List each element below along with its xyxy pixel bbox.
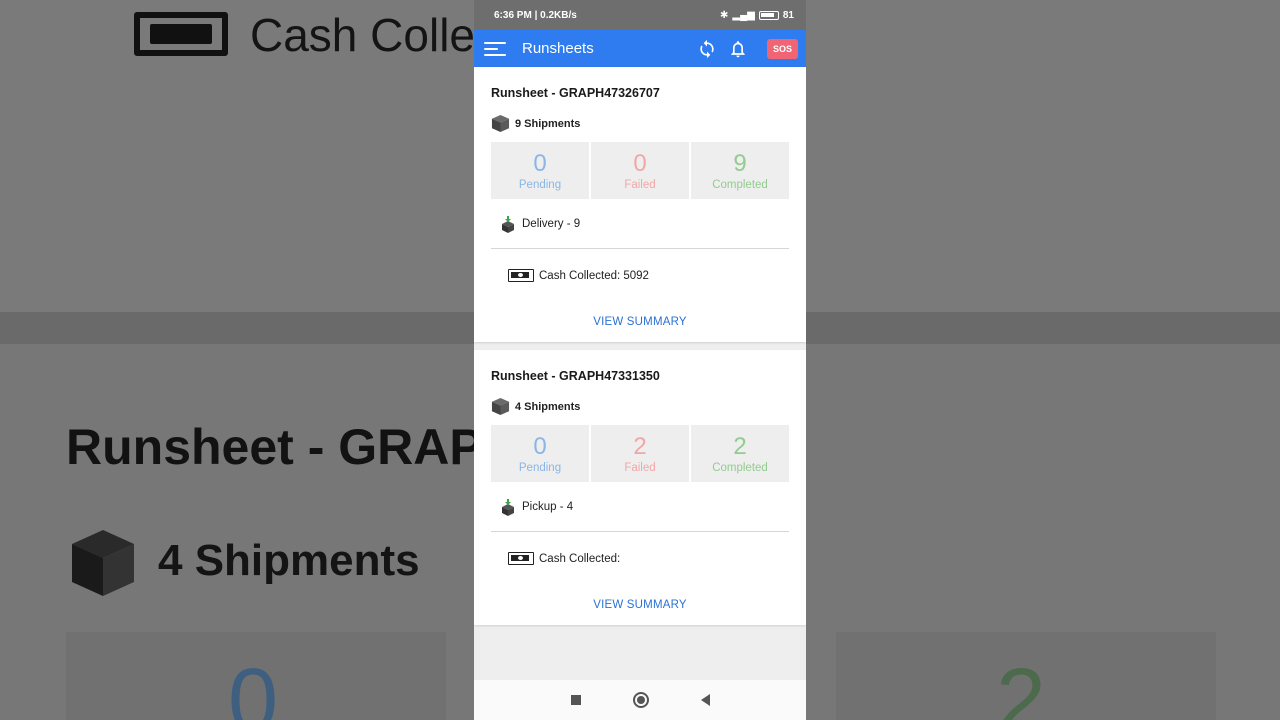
status-icons: ✱ ▂▄▆ 81 [720,10,794,21]
runsheet-card: Runsheet - GRAPH47326707 9 Shipments 0 P… [474,67,806,342]
signal-icon: ▂▄▆ [732,9,755,21]
stats-row: 0 Pending 2 Failed 2 Completed [491,425,789,482]
cash-collected-label: Cash Collected: 5092 [539,269,649,282]
bg-number-left: 0 [228,651,279,720]
shipments-count: 9 Shipments [515,117,581,130]
stat-completed[interactable]: 9 Completed [691,142,789,199]
shipments-row: 4 Shipments [491,397,789,416]
completed-count: 2 [733,432,747,460]
system-nav-bar [474,680,806,720]
stats-row: 0 Pending 0 Failed 9 Completed [491,142,789,199]
divider [491,531,789,532]
pending-label: Pending [518,178,562,191]
pending-count: 0 [533,149,547,177]
page-title: Runsheets [522,40,594,57]
runsheet-card: Runsheet - GRAPH47331350 4 Shipments 0 P… [474,350,806,625]
back-button[interactable] [700,694,710,706]
failed-label: Failed [624,461,656,474]
app-bar: Runsheets SOS [474,30,806,67]
stat-failed[interactable]: 0 Failed [591,142,691,199]
menu-icon[interactable] [484,41,506,56]
shipment-type-label: Pickup - 4 [522,501,574,513]
shipments-row: 9 Shipments [491,114,789,133]
bg-runsheet-text: Runsheet - GRAP [66,419,483,475]
runsheet-list: Runsheet - GRAPH47326707 9 Shipments 0 P… [474,67,806,625]
home-button[interactable] [632,692,649,708]
cash-collected-row: Cash Collected: [491,552,789,565]
bell-icon[interactable] [727,38,749,60]
recents-button[interactable] [570,695,581,705]
delivery-package-icon [502,215,514,233]
failed-count: 0 [633,149,647,177]
stat-pending[interactable]: 0 Pending [491,425,591,482]
stat-failed[interactable]: 2 Failed [591,425,691,482]
bluetooth-icon: ✱ [720,9,729,21]
pending-label: Pending [518,461,562,474]
runsheet-title: Runsheet - GRAPH47331350 [491,369,660,383]
cash-icon [508,552,534,565]
shipment-type-label: Delivery - 9 [522,218,581,230]
pickup-package-icon [502,498,514,516]
bg-number-right: 2 [996,651,1047,720]
phone-screen: 6:36 PM | 0.2KB/s ✱ ▂▄▆ 81 Runsheets SOS… [474,0,806,720]
failed-count: 2 [633,432,647,460]
shipment-type-row: Pickup - 4 [491,498,789,516]
battery-level: 81 [782,9,794,21]
failed-label: Failed [624,178,656,191]
box-icon [491,114,510,133]
view-summary-button[interactable]: VIEW SUMMARY [491,316,789,328]
refresh-icon[interactable] [696,38,718,60]
bg-shipments-text: 4 Shipments [158,536,420,585]
battery-icon [758,10,779,20]
status-bar: 6:36 PM | 0.2KB/s ✱ ▂▄▆ 81 [474,0,806,30]
cash-collected-label: Cash Collected: [539,552,621,565]
box-icon [491,397,510,416]
shipment-type-row: Delivery - 9 [491,215,789,233]
bg-box-icon [72,530,134,596]
runsheet-title: Runsheet - GRAPH47326707 [491,86,660,100]
bg-cash-icon [134,12,228,56]
completed-label: Completed [712,178,768,191]
divider [491,248,789,249]
stat-pending[interactable]: 0 Pending [491,142,591,199]
completed-label: Completed [712,461,768,474]
shipments-count: 4 Shipments [515,400,581,413]
stat-completed[interactable]: 2 Completed [691,425,789,482]
view-summary-button[interactable]: VIEW SUMMARY [491,599,789,611]
bg-cash-text: Cash Collec [250,9,498,61]
sos-button[interactable]: SOS [766,38,798,59]
cash-collected-row: Cash Collected: 5092 [491,269,789,282]
completed-count: 9 [733,149,747,177]
status-time-network: 6:36 PM | 0.2KB/s [494,9,577,21]
pending-count: 0 [533,432,547,460]
cash-icon [508,269,534,282]
